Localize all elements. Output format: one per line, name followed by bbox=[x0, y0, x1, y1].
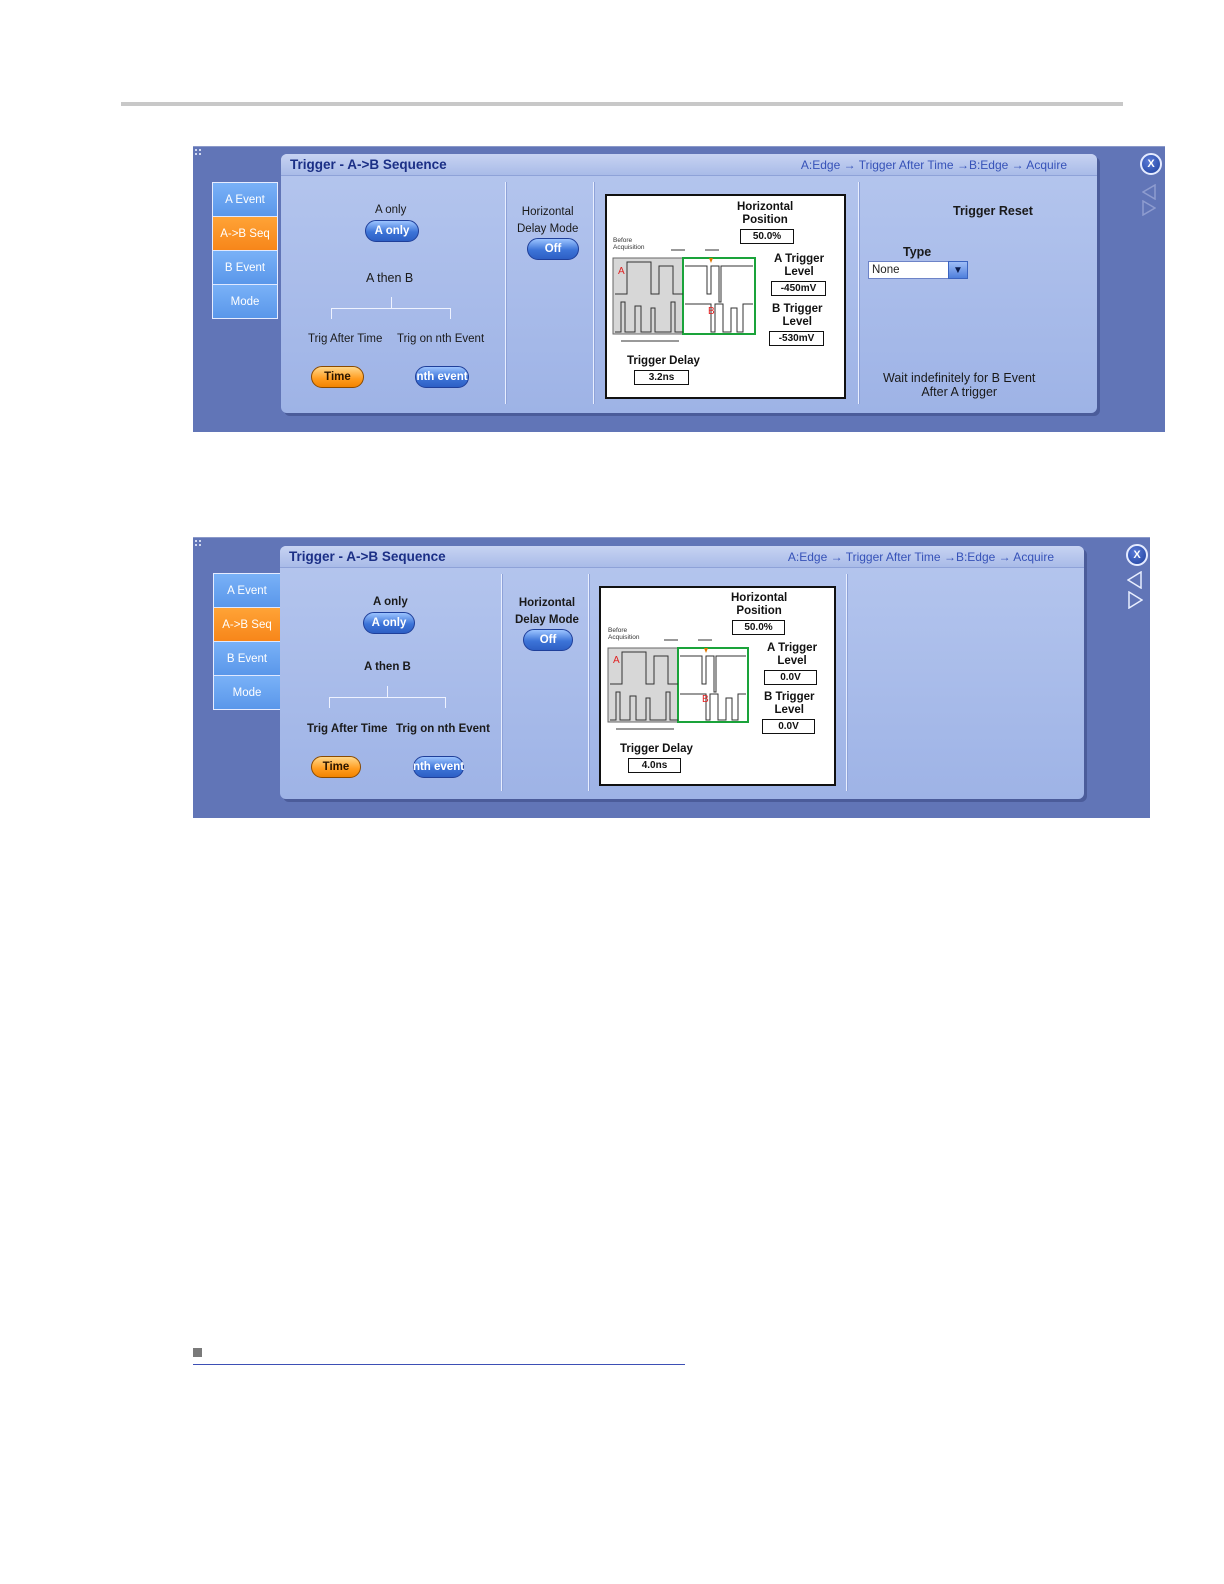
sequence-panel: Trigger - A->B Sequence A:Edge → Trigger… bbox=[280, 546, 1084, 799]
a-trigger-level-value: -450mV bbox=[771, 281, 826, 296]
panel-titlebar: Trigger - A->B Sequence A:Edge → Trigger… bbox=[280, 546, 1084, 568]
panel-title: Trigger - A->B Sequence bbox=[290, 157, 447, 172]
type-label: Type bbox=[903, 245, 932, 259]
trigger-reset-message: Wait indefinitely for B Event After A tr… bbox=[883, 371, 1036, 399]
a-only-label: A only bbox=[375, 204, 407, 216]
reset-type-select[interactable]: None ▼ bbox=[868, 261, 968, 279]
a-only-button[interactable]: A only bbox=[365, 220, 419, 242]
waveform-graphic bbox=[612, 249, 756, 342]
b-trigger-level-value: -530mV bbox=[769, 331, 824, 346]
tree-bracket bbox=[329, 686, 446, 708]
a-only-label: A only bbox=[373, 596, 408, 608]
trig-after-time-label: Trig After Time bbox=[307, 723, 388, 735]
separator bbox=[846, 574, 847, 791]
waveform-graphic bbox=[607, 639, 749, 730]
trigger-delay-label: Trigger Delay bbox=[620, 743, 693, 755]
time-button[interactable]: Time bbox=[311, 756, 361, 778]
separator bbox=[588, 574, 589, 791]
next-arrow-icon[interactable] bbox=[1142, 200, 1156, 216]
horizontal-position-label: Horizontal Position bbox=[731, 592, 788, 617]
a-then-b-label: A then B bbox=[366, 271, 414, 285]
trigger-delay-value: 3.2ns bbox=[634, 370, 689, 385]
marker-a: A bbox=[613, 655, 620, 666]
trig-nth-event-label: Trig on nth Event bbox=[397, 333, 485, 345]
close-button[interactable]: X bbox=[1126, 544, 1148, 566]
sequence-diagram: Horizontal Position 50.0% Before Acquisi… bbox=[599, 586, 836, 786]
top-rule bbox=[121, 102, 1123, 106]
tree-bracket bbox=[331, 297, 451, 319]
dropdown-arrow-icon[interactable]: ▼ bbox=[948, 261, 968, 279]
tab-mode[interactable]: Mode bbox=[213, 285, 277, 318]
horizontal-delay-mode-label: Horizontal Delay Mode bbox=[517, 206, 579, 235]
a-trigger-level-value: 0.0V bbox=[764, 670, 817, 685]
a-only-button[interactable]: A only bbox=[363, 612, 415, 634]
previous-arrow-icon[interactable] bbox=[1142, 184, 1156, 200]
marker-b: B bbox=[702, 694, 709, 705]
side-tabs: A Event A->B Seq B Event Mode bbox=[212, 182, 278, 319]
horizontal-position-value: 50.0% bbox=[740, 229, 794, 244]
tab-a-event[interactable]: A Event bbox=[213, 183, 277, 217]
a-trigger-level-label: A Trigger Level bbox=[767, 642, 818, 667]
a-trigger-level-label: A Trigger Level bbox=[774, 253, 825, 278]
marker-b: B bbox=[708, 306, 715, 317]
horizontal-position-value: 50.0% bbox=[732, 620, 785, 635]
trig-after-time-label: Trig After Time bbox=[308, 333, 383, 345]
trigger-breadcrumb: A:Edge → Trigger After Time →B:Edge → Ac… bbox=[787, 550, 1054, 564]
separator bbox=[858, 182, 859, 404]
trigger-delay-label: Trigger Delay bbox=[627, 355, 700, 367]
grip-icon[interactable] bbox=[195, 540, 203, 548]
reset-type-value: None bbox=[872, 264, 900, 276]
marker-a: A bbox=[618, 266, 625, 277]
b-trigger-level-label: B Trigger Level bbox=[764, 691, 815, 716]
footer-bullet-icon bbox=[193, 1348, 202, 1357]
delay-mode-button[interactable]: Off bbox=[523, 629, 573, 651]
tab-a-event[interactable]: A Event bbox=[214, 574, 280, 608]
footer-rule bbox=[193, 1364, 685, 1365]
b-trigger-level-label: B Trigger Level bbox=[772, 303, 823, 328]
tab-a-b-seq[interactable]: A->B Seq bbox=[214, 608, 280, 642]
separator bbox=[593, 182, 594, 404]
sequence-diagram: Horizontal Position 50.0% Before Acquisi… bbox=[605, 194, 846, 399]
trigger-reset-heading: Trigger Reset bbox=[953, 204, 1033, 218]
close-button[interactable]: X bbox=[1140, 153, 1162, 175]
panel-title: Trigger - A->B Sequence bbox=[289, 549, 446, 564]
previous-arrow-icon[interactable] bbox=[1127, 571, 1143, 589]
trigger-breadcrumb: A:Edge → Trigger After Time →B:Edge → Ac… bbox=[800, 158, 1067, 172]
nth-event-button[interactable]: nth event bbox=[413, 756, 464, 778]
delay-mode-button[interactable]: Off bbox=[527, 238, 579, 260]
nth-event-button[interactable]: nth event bbox=[415, 366, 469, 388]
horizontal-position-label: Horizontal Position bbox=[737, 201, 794, 226]
grip-icon[interactable] bbox=[195, 149, 203, 157]
trigger-delay-value: 4.0ns bbox=[628, 758, 681, 773]
tab-a-b-seq[interactable]: A->B Seq bbox=[213, 217, 277, 251]
time-button[interactable]: Time bbox=[311, 366, 364, 388]
horizontal-delay-mode-label: Horizontal Delay Mode bbox=[515, 597, 579, 626]
sequence-panel: Trigger - A->B Sequence A:Edge → Trigger… bbox=[281, 154, 1097, 413]
next-arrow-icon[interactable] bbox=[1127, 591, 1143, 609]
separator bbox=[501, 574, 502, 791]
b-trigger-level-value: 0.0V bbox=[762, 719, 815, 734]
a-then-b-label: A then B bbox=[364, 661, 411, 673]
tab-b-event[interactable]: B Event bbox=[214, 642, 280, 676]
tab-b-event[interactable]: B Event bbox=[213, 251, 277, 285]
panel-titlebar: Trigger - A->B Sequence A:Edge → Trigger… bbox=[281, 154, 1097, 176]
trig-nth-event-label: Trig on nth Event bbox=[396, 723, 490, 735]
tab-mode[interactable]: Mode bbox=[214, 676, 280, 709]
separator bbox=[505, 182, 506, 404]
trigger-dialog-2: A Event A->B Seq B Event Mode Trigger - … bbox=[193, 537, 1150, 818]
trigger-dialog-1: A Event A->B Seq B Event Mode Trigger - … bbox=[193, 146, 1165, 432]
side-tabs: A Event A->B Seq B Event Mode bbox=[213, 573, 281, 710]
